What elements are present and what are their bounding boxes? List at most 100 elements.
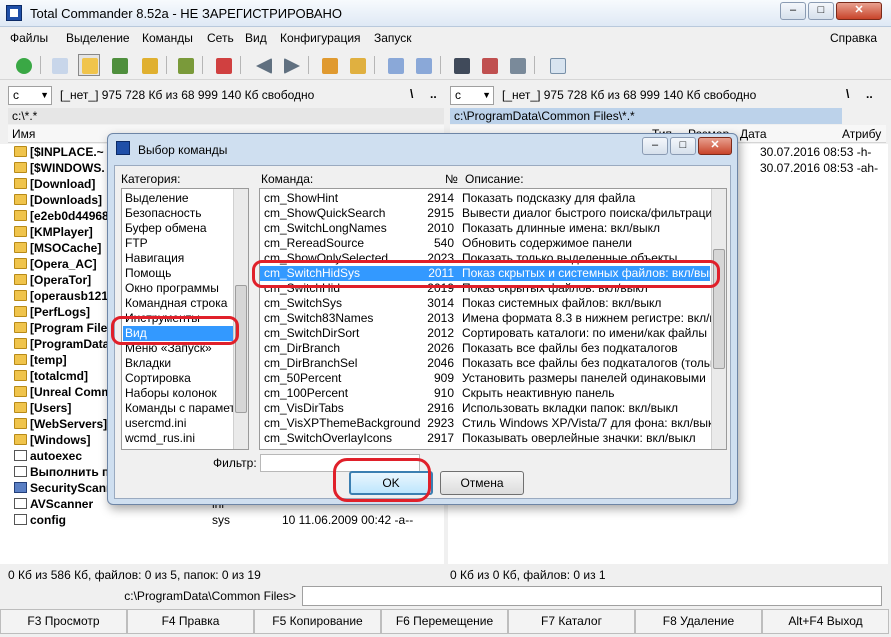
category-scrollbar[interactable] xyxy=(233,189,248,449)
category-list[interactable]: Выделение Безопасность Буфер обмена FTP Нави… xyxy=(121,188,249,450)
category-item[interactable]: Инструменты xyxy=(125,311,200,326)
command-row[interactable]: cm_Switch83Names 2013 Имена формата 8.3 в … xyxy=(260,311,726,326)
select-all-button[interactable] xyxy=(212,54,234,76)
right-path-bar[interactable]: c:\ProgramData\Common Files\*.* xyxy=(450,108,842,124)
menu-configuration[interactable]: Конфигурация xyxy=(280,31,361,45)
filter-input[interactable] xyxy=(260,454,420,472)
close-button[interactable]: ✕ xyxy=(836,2,882,20)
right-drive-select[interactable]: c ▼ xyxy=(450,86,494,105)
menu-view[interactable]: Вид xyxy=(245,31,267,45)
scrollbar-thumb[interactable] xyxy=(713,249,725,369)
ok-button[interactable]: OK xyxy=(349,471,433,495)
refresh-button[interactable] xyxy=(12,54,34,76)
f6-move-button[interactable]: F6 Перемещение xyxy=(381,609,508,634)
right-col-attr[interactable]: Атрибу xyxy=(842,127,881,141)
category-item[interactable]: Меню «Запуск» xyxy=(125,341,212,356)
scrollbar-thumb[interactable] xyxy=(235,285,247,413)
search-button[interactable] xyxy=(450,54,472,76)
command-scrollbar[interactable] xyxy=(711,189,726,449)
command-row[interactable]: cm_ShowOnlySelected 2023 Показать только в… xyxy=(260,251,710,266)
category-item[interactable]: Окно программы xyxy=(125,281,219,296)
left-up-button[interactable]: .. xyxy=(430,87,437,101)
command-row[interactable]: cm_VisXPThemeBackground 2923 Стиль Windows… xyxy=(260,416,720,431)
toolbar-separator xyxy=(240,56,241,74)
category-item[interactable]: Вкладки xyxy=(125,356,171,371)
command-row[interactable]: cm_DirBranchSel 2046 Показать все файлы бе… xyxy=(260,356,726,371)
maximize-button[interactable]: □ xyxy=(808,2,834,20)
menu-files[interactable]: Файлы xyxy=(10,31,48,45)
command-row[interactable]: cm_SwitchSys 3014 Показ системных файлов: … xyxy=(260,296,710,311)
file-row[interactable]: config sys 10 11.06.2009 00:42 -a-- xyxy=(0,512,444,528)
category-item[interactable]: Безопасность xyxy=(125,206,202,221)
f3-view-button[interactable]: F3 Просмотр xyxy=(0,609,127,634)
command-row[interactable]: cm_SwitchHidSys 2011 Показ скрытых и систе… xyxy=(260,266,721,281)
category-item[interactable]: Команды с параметра xyxy=(125,401,248,416)
invert-selection-icon xyxy=(178,58,194,74)
category-item[interactable]: usercmd.ini xyxy=(125,416,186,431)
category-item[interactable]: Помощь xyxy=(125,266,171,281)
menu-commands[interactable]: Команды xyxy=(142,31,193,45)
left-path-bar[interactable]: c:\*.* xyxy=(8,108,444,124)
thumbnails-button[interactable] xyxy=(108,54,130,76)
command-row[interactable]: cm_SwitchDirSort 2012 Сортировать каталоги… xyxy=(260,326,710,341)
brief-view-button[interactable] xyxy=(48,54,70,76)
f5-copy-button[interactable]: F5 Копирование xyxy=(254,609,381,634)
category-item[interactable]: wcmd_rus.ini xyxy=(125,431,195,446)
command-row[interactable]: cm_ShowQuickSearch 2915 Вывести диалог быс… xyxy=(260,206,719,221)
command-row[interactable]: cm_SwitchLongNames 2010 Показать длинные и… xyxy=(260,221,710,236)
dialog-minimize-button[interactable]: – xyxy=(642,137,668,155)
folder-icon xyxy=(14,194,27,205)
command-list[interactable]: cm_ShowHint 2914 Показать подсказку для фа… xyxy=(259,188,727,450)
category-item[interactable]: Буфер обмена xyxy=(125,221,207,236)
category-item[interactable]: Сортировка xyxy=(125,371,191,386)
forward-button[interactable] xyxy=(280,54,302,76)
tree-view-button[interactable] xyxy=(138,54,160,76)
command-row[interactable]: cm_SwitchHid 2019 Показ скрытых файлов: вк… xyxy=(260,281,710,296)
command-row[interactable]: cm_50Percent 909 Установить размеры панеле… xyxy=(260,371,710,386)
multi-rename-button[interactable] xyxy=(478,54,500,76)
url-connect-button[interactable] xyxy=(412,54,434,76)
f7-mkdir-button[interactable]: F7 Каталог xyxy=(508,609,635,634)
menu-launch[interactable]: Запуск xyxy=(374,31,412,45)
sync-dirs-button[interactable] xyxy=(506,54,528,76)
menu-help[interactable]: Справка xyxy=(830,31,877,45)
dialog-maximize-button[interactable]: □ xyxy=(670,137,696,155)
pack-button[interactable] xyxy=(318,54,340,76)
unpack-button[interactable] xyxy=(346,54,368,76)
back-button[interactable] xyxy=(252,54,274,76)
category-item[interactable]: FTP xyxy=(125,236,148,251)
right-up-button[interactable]: .. xyxy=(866,87,873,101)
command-row[interactable]: cm_ShowHint 2914 Показать подсказку для фа… xyxy=(260,191,710,206)
command-row[interactable]: cm_RereadSource 540 Обновить содержимое па… xyxy=(260,236,710,251)
ftp-connect-button[interactable] xyxy=(384,54,406,76)
command-row[interactable]: cm_DirBranch 2026 Показать все файлы без п… xyxy=(260,341,710,356)
minimize-button[interactable]: – xyxy=(780,2,806,20)
left-col-name[interactable]: Имя xyxy=(12,127,35,141)
category-item[interactable]: Навигация xyxy=(125,251,184,266)
command-row[interactable]: cm_100Percent 910 Скрыть неактивную панель xyxy=(260,386,710,401)
f4-edit-button[interactable]: F4 Правка xyxy=(127,609,254,634)
command-line-input[interactable] xyxy=(302,586,882,606)
menu-selection[interactable]: Выделение xyxy=(66,31,130,45)
right-file-row[interactable]: 30.07.2016 08:53 -h- xyxy=(760,144,871,160)
file-name: [temp] xyxy=(30,353,67,367)
notepad-button[interactable] xyxy=(546,54,568,76)
category-item[interactable]: Командная строка xyxy=(125,296,227,311)
cancel-button[interactable]: Отмена xyxy=(440,471,524,495)
dialog-close-button[interactable]: ✕ xyxy=(698,137,732,155)
full-view-button[interactable] xyxy=(78,54,100,76)
left-drive-select[interactable]: c ▼ xyxy=(8,86,52,105)
invert-selection-button[interactable] xyxy=(174,54,196,76)
f8-delete-button[interactable]: F8 Удаление xyxy=(635,609,762,634)
left-root-button[interactable]: \ xyxy=(410,87,413,101)
command-row[interactable]: cm_VisDirTabs 2916 Использовать вкладки па… xyxy=(260,401,710,416)
right-root-button[interactable]: \ xyxy=(846,87,849,101)
right-col-date[interactable]: Дата xyxy=(740,127,767,141)
menu-network[interactable]: Сеть xyxy=(207,31,234,45)
category-item[interactable]: Выделение xyxy=(125,191,189,206)
alt-f4-exit-button[interactable]: Alt+F4 Выход xyxy=(762,609,889,634)
command-row[interactable]: cm_SwitchOverlayIcons 2917 Показывать овер… xyxy=(260,431,710,446)
category-item[interactable]: Наборы колонок xyxy=(125,386,217,401)
category-item[interactable]: Вид xyxy=(123,326,237,341)
right-file-row[interactable]: 30.07.2016 08:53 -ah- xyxy=(760,160,878,176)
